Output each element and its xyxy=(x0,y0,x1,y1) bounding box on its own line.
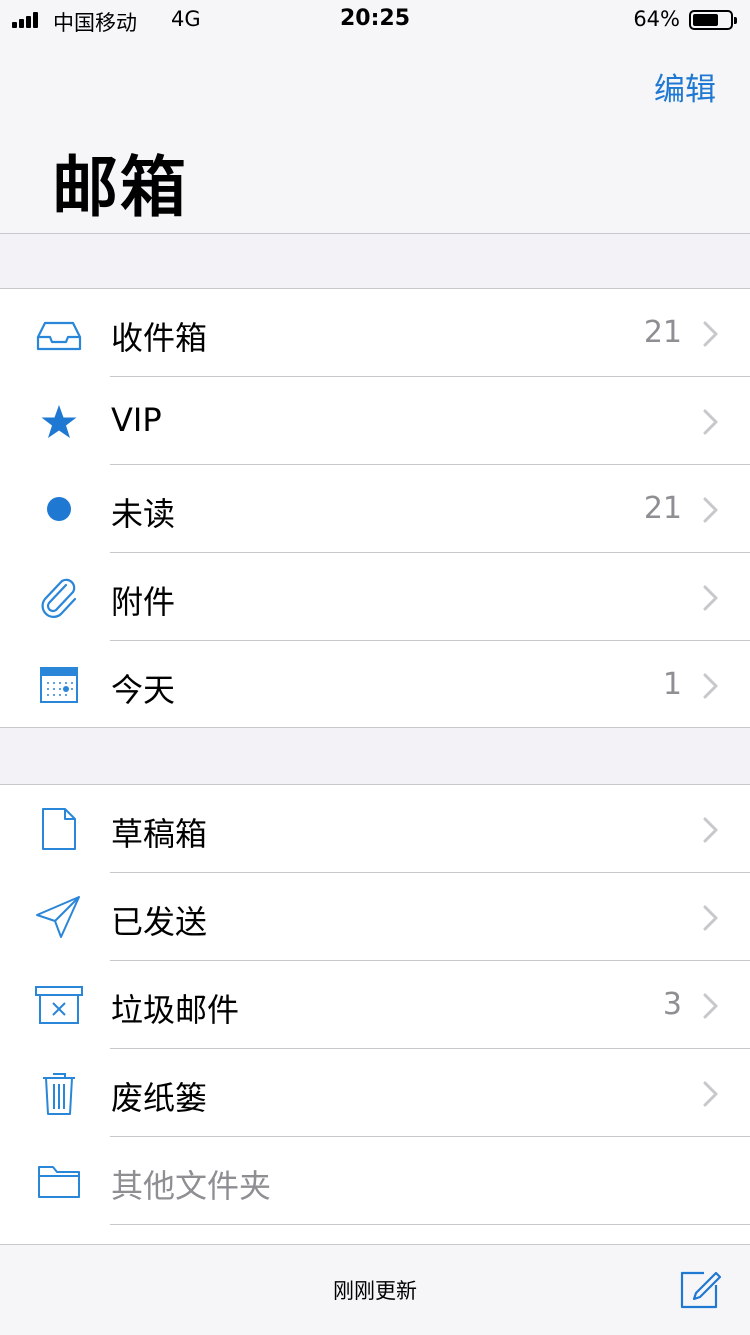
chevron-right-icon xyxy=(703,585,718,611)
unread-dot-icon xyxy=(47,497,71,521)
compose-icon[interactable] xyxy=(674,1263,724,1313)
chevron-right-icon xyxy=(703,321,718,347)
chevron-right-icon xyxy=(703,497,718,523)
battery-icon xyxy=(689,10,737,30)
mailbox-label: 未读 xyxy=(111,495,176,533)
paperclip-icon xyxy=(41,578,77,618)
unread-count: 1 xyxy=(662,667,682,702)
chevron-right-icon xyxy=(703,673,718,699)
trash-icon xyxy=(43,1073,75,1115)
update-status: 刚刚更新 xyxy=(333,1279,417,1303)
mailbox-row-unread[interactable]: 未读 21 xyxy=(0,465,750,553)
mailbox-label: 今天 xyxy=(111,671,176,709)
unread-count: 21 xyxy=(643,315,682,350)
mailbox-label: 收件箱 xyxy=(111,319,208,357)
mailbox-row-today[interactable]: 今天 1 xyxy=(0,641,750,729)
document-icon xyxy=(42,808,76,850)
folder-label: 废纸篓 xyxy=(111,1079,208,1117)
paper-plane-icon xyxy=(36,896,80,938)
mailbox-label: VIP xyxy=(111,401,162,439)
bottom-toolbar: 刚刚更新 xyxy=(0,1244,750,1335)
folder-row-other[interactable]: 其他文件夹 xyxy=(0,1137,750,1225)
folder-label: 其他文件夹 xyxy=(111,1167,272,1205)
smart-mailbox-list: 收件箱 21 VIP 未读 21 附件 今天 1 xyxy=(0,288,750,728)
folder-row-trash[interactable]: 废纸篓 xyxy=(0,1049,750,1137)
mailbox-row-vip[interactable]: VIP xyxy=(0,377,750,465)
chevron-right-icon xyxy=(703,409,718,435)
folder-label: 草稿箱 xyxy=(111,815,208,853)
unread-count: 3 xyxy=(662,987,682,1022)
calendar-icon xyxy=(40,667,78,703)
junk-box-icon xyxy=(35,986,83,1024)
folder-row-drafts[interactable]: 草稿箱 xyxy=(0,785,750,873)
inbox-tray-icon xyxy=(36,321,82,351)
folder-row-sent[interactable]: 已发送 xyxy=(0,873,750,961)
folder-row-junk[interactable]: 垃圾邮件 3 xyxy=(0,961,750,1049)
page-title: 邮箱 xyxy=(52,149,188,226)
chevron-right-icon xyxy=(703,1081,718,1107)
battery-percentage: 64% xyxy=(633,7,680,31)
mailbox-row-attachments[interactable]: 附件 xyxy=(0,553,750,641)
unread-count: 21 xyxy=(643,491,682,526)
folder-label: 已发送 xyxy=(111,903,208,941)
navigation-header: 编辑 邮箱 xyxy=(0,40,750,234)
folder-list: 草稿箱 已发送 垃圾邮件 3 废纸篓 其他文件夹 xyxy=(0,784,750,1245)
chevron-right-icon xyxy=(703,993,718,1019)
edit-button[interactable]: 编辑 xyxy=(654,64,716,109)
status-bar: 中国移动 4G 20:25 64% xyxy=(0,0,750,40)
chevron-right-icon xyxy=(703,905,718,931)
mailbox-row-inbox[interactable]: 收件箱 21 xyxy=(0,289,750,377)
folder-label: 垃圾邮件 xyxy=(111,991,240,1029)
folder-icon xyxy=(38,1166,80,1198)
chevron-right-icon xyxy=(703,817,718,843)
mailbox-label: 附件 xyxy=(111,583,176,621)
star-icon xyxy=(41,405,77,438)
